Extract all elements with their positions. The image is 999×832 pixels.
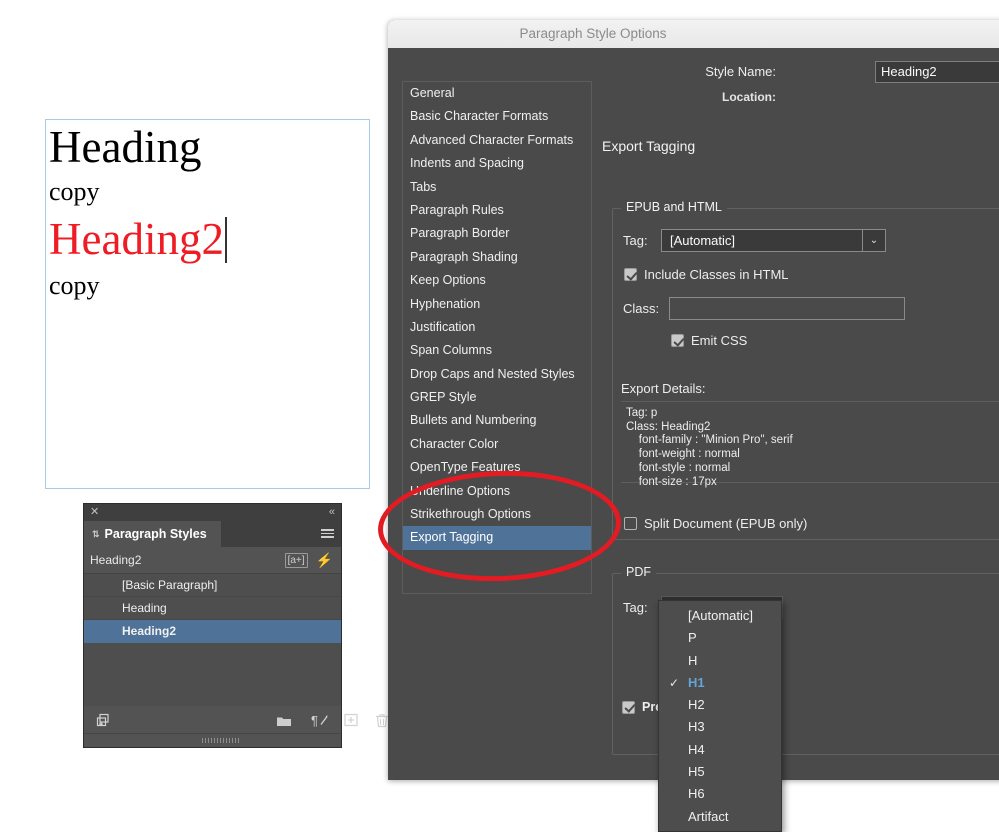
sidebar-item-paragraph-shading[interactable]: Paragraph Shading — [403, 246, 591, 269]
dialog-titlebar[interactable]: Paragraph Style Options — [388, 20, 999, 49]
clear-overrides-icon[interactable]: ¶ — [311, 713, 329, 729]
sidebar-item-advanced-character-formats[interactable]: Advanced Character Formats — [403, 129, 591, 152]
list-item[interactable]: Heading2 — [84, 620, 341, 643]
sidebar-item-paragraph-border[interactable]: Paragraph Border — [403, 222, 591, 245]
sidebar-item-drop-caps-and-nested-styles[interactable]: Drop Caps and Nested Styles — [403, 363, 591, 386]
preview-checkbox[interactable] — [622, 700, 635, 714]
resize-grip-icon[interactable] — [202, 738, 240, 743]
class-input[interactable] — [669, 297, 905, 320]
menu-item-p[interactable]: P — [659, 627, 781, 649]
new-style-icon[interactable] — [344, 713, 358, 729]
apply-next-style-icon[interactable]: [a+] — [284, 552, 308, 568]
collapse-panel-icon[interactable]: « — [329, 506, 335, 519]
quick-apply-icon[interactable]: ⚡ — [316, 552, 333, 569]
menu-item-h4[interactable]: H4 — [659, 739, 781, 761]
svg-text:¶: ¶ — [311, 713, 318, 727]
sidebar-item-paragraph-rules[interactable]: Paragraph Rules — [403, 199, 591, 222]
split-document-label: Split Document (EPUB only) — [644, 516, 808, 531]
list-item[interactable]: [Basic Paragraph] — [84, 574, 341, 597]
sidebar-item-hyphenation[interactable]: Hyphenation — [403, 293, 591, 316]
document-line-heading2: Heading2 — [49, 214, 224, 264]
tab-paragraph-styles-label: Paragraph Styles — [104, 527, 207, 541]
dialog-nav-list[interactable]: General Basic Character Formats Advanced… — [402, 81, 592, 594]
menu-item-h6[interactable]: H6 — [659, 783, 781, 805]
updown-arrows-icon: ⇅ — [92, 528, 100, 539]
sidebar-item-character-color[interactable]: Character Color — [403, 433, 591, 456]
panel-titlebar: ✕ « — [84, 504, 341, 521]
sidebar-item-general[interactable]: General — [403, 82, 591, 105]
sidebar-item-export-tagging[interactable]: Export Tagging — [403, 526, 591, 550]
sidebar-item-bullets-and-numbering[interactable]: Bullets and Numbering — [403, 409, 591, 432]
emit-css-checkbox[interactable] — [671, 334, 684, 347]
epub-tag-label: Tag: — [623, 233, 648, 248]
sidebar-item-keep-options[interactable]: Keep Options — [403, 269, 591, 292]
new-style-group-icon[interactable] — [276, 714, 292, 729]
style-name-label: Style Name: — [705, 64, 776, 79]
include-classes-label: Include Classes in HTML — [644, 267, 789, 282]
sidebar-item-basic-character-formats[interactable]: Basic Character Formats — [403, 105, 591, 128]
export-details-box: Tag: p Class: Heading2 font-family : "Mi… — [621, 401, 999, 488]
epub-and-html-group: EPUB and HTML Tag: [Automatic] ⌄ Include… — [612, 200, 999, 540]
document-line-copy-1: copy — [49, 177, 100, 206]
paragraph-style-options-dialog: Paragraph Style Options Style Name: Head… — [388, 20, 999, 832]
document-line-copy-2: copy — [49, 271, 100, 300]
document-line-heading2-row: Heading2 — [46, 211, 369, 267]
sidebar-item-tabs[interactable]: Tabs — [403, 176, 591, 199]
epub-tag-dropdown[interactable]: [Automatic] ⌄ — [661, 229, 886, 252]
sidebar-item-strikethrough-options[interactable]: Strikethrough Options — [403, 503, 591, 526]
style-name-row: Style Name: Heading2 — [388, 61, 999, 83]
pdf-tag-dropdown-menu[interactable]: [Automatic] P H H1 H2 H3 H4 H5 H6 Artifa… — [658, 600, 782, 832]
page-title: Export Tagging — [602, 138, 696, 154]
menu-item-automatic[interactable]: [Automatic] — [659, 605, 781, 627]
close-icon[interactable]: ✕ — [90, 506, 99, 519]
sidebar-item-underline-options[interactable]: Underline Options — [403, 480, 591, 503]
export-details-label: Export Details: — [621, 381, 706, 396]
dialog-title: Paragraph Style Options — [519, 26, 667, 41]
tab-paragraph-styles[interactable]: ⇅ Paragraph Styles — [84, 521, 221, 547]
sidebar-item-justification[interactable]: Justification — [403, 316, 591, 339]
list-item[interactable]: Heading — [84, 597, 341, 620]
epub-group-legend: EPUB and HTML — [621, 200, 727, 214]
menu-item-h2[interactable]: H2 — [659, 694, 781, 716]
paragraph-styles-list[interactable]: [Basic Paragraph] Heading Heading2 — [84, 574, 341, 706]
current-style-name: Heading2 — [90, 553, 142, 567]
emit-css-label: Emit CSS — [691, 333, 748, 348]
menu-item-h[interactable]: H — [659, 650, 781, 672]
pdf-group-legend: PDF — [621, 565, 656, 579]
style-name-input[interactable]: Heading2 — [875, 61, 999, 83]
split-document-checkbox-row[interactable]: Split Document (EPUB only) — [624, 516, 807, 531]
menu-item-h5[interactable]: H5 — [659, 761, 781, 783]
class-label: Class: — [623, 301, 660, 316]
sidebar-item-span-columns[interactable]: Span Columns — [403, 339, 591, 362]
pdf-tag-label: Tag: — [623, 600, 648, 615]
current-style-row: Heading2 [a+] ⚡ — [84, 547, 341, 574]
epub-tag-value: [Automatic] — [670, 233, 736, 248]
panel-resize-scrollbar[interactable] — [84, 733, 341, 747]
text-caret — [224, 217, 227, 263]
panel-footer-toolbar: ¶ — [84, 708, 388, 734]
include-classes-checkbox-row[interactable]: Include Classes in HTML — [624, 267, 789, 282]
menu-item-h1[interactable]: H1 — [659, 672, 781, 695]
dialog-body: Style Name: Heading2 Location: General B… — [388, 48, 999, 832]
menu-item-artifact[interactable]: Artifact — [659, 806, 781, 828]
panel-menu-icon[interactable] — [321, 529, 334, 538]
sidebar-item-grep-style[interactable]: GREP Style — [403, 386, 591, 409]
panel-tab-row: ⇅ Paragraph Styles — [84, 521, 341, 547]
include-classes-checkbox[interactable] — [624, 268, 637, 281]
emit-css-checkbox-row[interactable]: Emit CSS — [671, 333, 747, 348]
menu-item-h3[interactable]: H3 — [659, 716, 781, 738]
load-styles-icon[interactable] — [96, 713, 111, 730]
delete-style-icon[interactable] — [375, 713, 389, 730]
document-text-frame[interactable]: Heading copy Heading2 copy — [45, 119, 370, 489]
sidebar-item-opentype-features[interactable]: OpenType Features — [403, 456, 591, 479]
paragraph-styles-panel[interactable]: ✕ « ⇅ Paragraph Styles Heading2 [a+] ⚡ [… — [83, 503, 388, 748]
sidebar-item-indents-and-spacing[interactable]: Indents and Spacing — [403, 152, 591, 175]
document-line-heading: Heading — [49, 122, 202, 172]
chevron-down-icon: ⌄ — [862, 230, 885, 251]
split-document-checkbox[interactable] — [624, 517, 637, 530]
